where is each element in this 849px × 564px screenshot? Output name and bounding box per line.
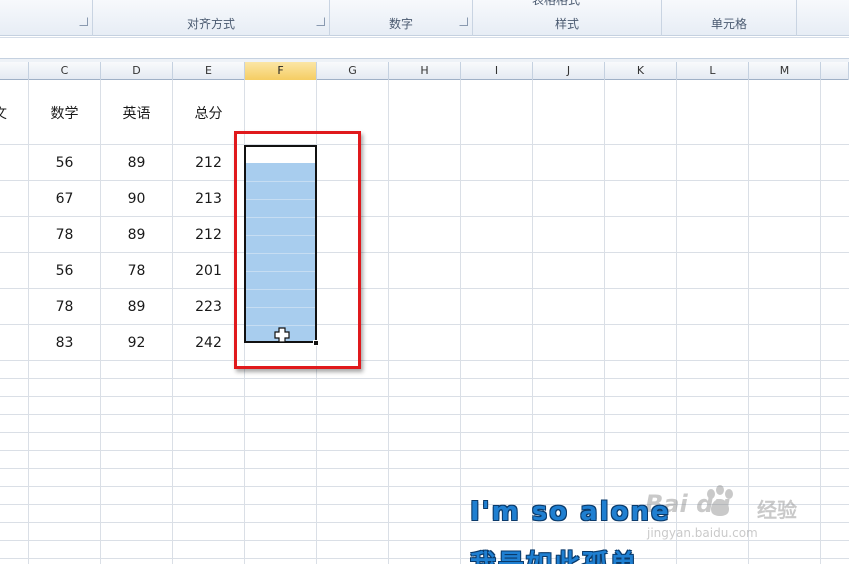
dialog-launcher-icon[interactable] xyxy=(459,17,468,26)
cell-header-english[interactable]: 英语 xyxy=(101,103,172,123)
ribbon-group-alignment-label: 对齐方式 xyxy=(186,17,235,31)
column-header-g[interactable]: G xyxy=(317,62,389,80)
grid-line xyxy=(0,288,849,289)
dialog-launcher-icon[interactable] xyxy=(316,17,325,26)
grid-line xyxy=(0,558,849,559)
grid-line xyxy=(388,80,389,564)
ribbon-group-styles-label: 样式 xyxy=(554,17,579,31)
overlay-lyric-line-2: 我是如此孤单 xyxy=(470,544,638,564)
grid-line xyxy=(0,432,849,433)
cell-d-1[interactable]: 89 xyxy=(101,155,172,171)
cell-header-math[interactable]: 数学 xyxy=(29,103,100,123)
column-header-k[interactable]: K xyxy=(605,62,677,80)
column-header-row: C D E F G H I J K L M xyxy=(0,62,849,80)
ribbon-group-styles: 表格格式 样式 xyxy=(473,0,662,36)
grid-line xyxy=(0,180,849,181)
grid-line xyxy=(532,80,533,564)
grid-line xyxy=(28,80,29,564)
column-header-m[interactable]: M xyxy=(749,62,821,80)
cell-c-2[interactable]: 67 xyxy=(29,191,100,207)
cell-c-6[interactable]: 83 xyxy=(29,335,100,351)
grid-line xyxy=(172,80,173,564)
ribbon-group-cells-label: 单元格 xyxy=(710,17,747,31)
baidu-paw-icon xyxy=(707,485,733,516)
column-header-i[interactable]: I xyxy=(461,62,533,80)
cell-d-3[interactable]: 89 xyxy=(101,227,172,243)
cell-header-chinese-partial[interactable]: 文 xyxy=(0,103,10,123)
column-header-h[interactable]: H xyxy=(389,62,461,80)
formula-bar[interactable] xyxy=(0,37,849,59)
column-header-b-partial[interactable] xyxy=(0,62,29,80)
grid-line xyxy=(0,144,849,145)
grid-line xyxy=(604,80,605,564)
ribbon-group-number-label: 数字 xyxy=(388,17,413,31)
watermark-url: jingyan.baidu.com xyxy=(647,526,758,540)
grid-line xyxy=(0,396,849,397)
grid-line xyxy=(460,80,461,564)
ribbon-group-strip: 对齐方式 数字 表格格式 样式 单元格 xyxy=(0,0,849,36)
baidu-watermark: Bai du 经验 jingyan.baidu.com xyxy=(645,485,845,548)
cell-c-4[interactable]: 56 xyxy=(29,263,100,279)
watermark-cn: 经验 xyxy=(757,498,797,522)
grid-line xyxy=(0,468,849,469)
overlay-lyric-line-1: I'm so alone xyxy=(470,497,671,527)
column-header-f[interactable]: F xyxy=(245,62,317,80)
cell-d-2[interactable]: 90 xyxy=(101,191,172,207)
cell-header-total[interactable]: 总分 xyxy=(173,103,244,123)
grid-line xyxy=(0,216,849,217)
dialog-launcher-icon[interactable] xyxy=(79,17,88,26)
column-header-e[interactable]: E xyxy=(173,62,245,80)
cell-d-5[interactable]: 89 xyxy=(101,299,172,315)
column-header-d[interactable]: D xyxy=(101,62,173,80)
cell-c-5[interactable]: 78 xyxy=(29,299,100,315)
grid-line xyxy=(0,252,849,253)
red-annotation-box xyxy=(234,131,361,369)
ribbon-group-alignment: 对齐方式 xyxy=(93,0,330,36)
cell-c-1[interactable]: 56 xyxy=(29,155,100,171)
format-as-table-label[interactable]: 表格格式 xyxy=(532,0,580,8)
cell-c-3[interactable]: 78 xyxy=(29,227,100,243)
grid-line xyxy=(0,360,849,361)
ribbon-group-font xyxy=(0,0,93,36)
column-header-c[interactable]: C xyxy=(29,62,101,80)
cell-d-6[interactable]: 92 xyxy=(101,335,172,351)
ribbon-group-number: 数字 xyxy=(330,0,473,36)
grid-line xyxy=(0,324,849,325)
cell-d-4[interactable]: 78 xyxy=(101,263,172,279)
column-header-l[interactable]: L xyxy=(677,62,749,80)
ribbon-group-cells: 单元格 xyxy=(662,0,797,36)
column-header-j[interactable]: J xyxy=(533,62,605,80)
grid-line xyxy=(100,80,101,564)
grid-line xyxy=(0,378,849,379)
grid-line xyxy=(0,414,849,415)
grid-line xyxy=(0,450,849,451)
column-header-n-partial[interactable] xyxy=(821,62,849,80)
